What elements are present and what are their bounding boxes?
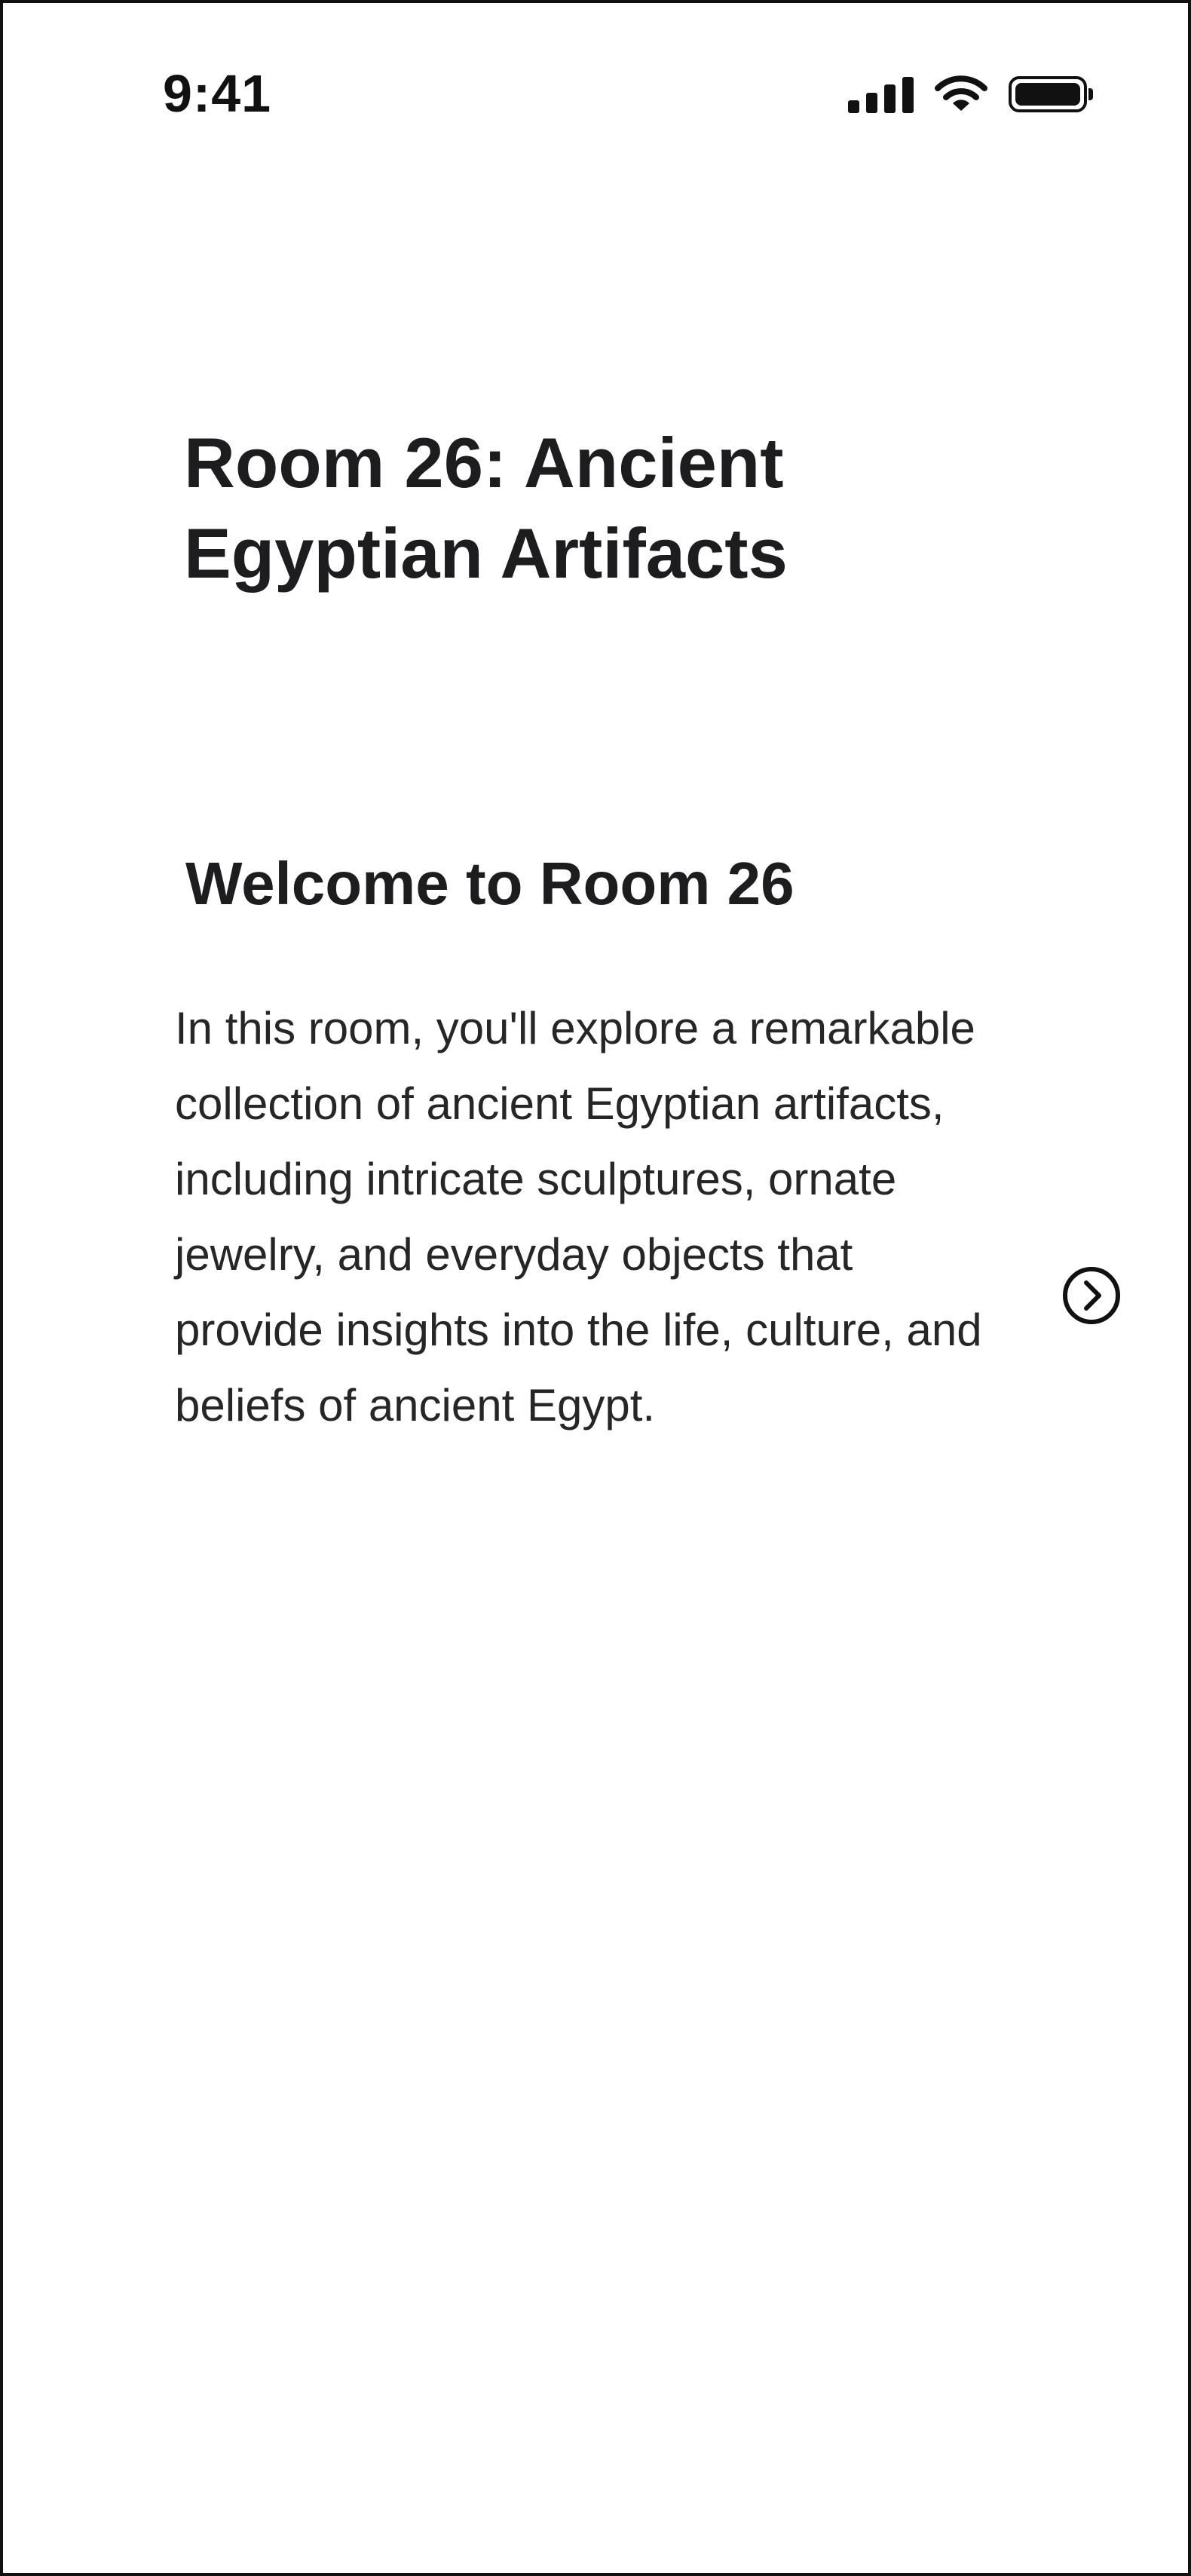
page-title: Room 26: Ancient Egyptian Artifacts xyxy=(184,423,788,593)
wifi-icon xyxy=(935,75,987,113)
room-description: In this room, you'll explore a remarkabl… xyxy=(175,1003,982,1431)
next-button[interactable] xyxy=(1061,1265,1122,1326)
section-heading: Welcome to Room 26 xyxy=(185,850,795,917)
cellular-signal-icon xyxy=(848,75,914,113)
battery-icon xyxy=(1009,76,1093,112)
status-time: 9:41 xyxy=(163,64,272,123)
chevron-right-circle-icon xyxy=(1061,1265,1122,1326)
screen-frame: 9:41 Room 26: Ancient Egyptian Artifacts… xyxy=(0,0,1191,2576)
status-icons xyxy=(848,75,1093,113)
